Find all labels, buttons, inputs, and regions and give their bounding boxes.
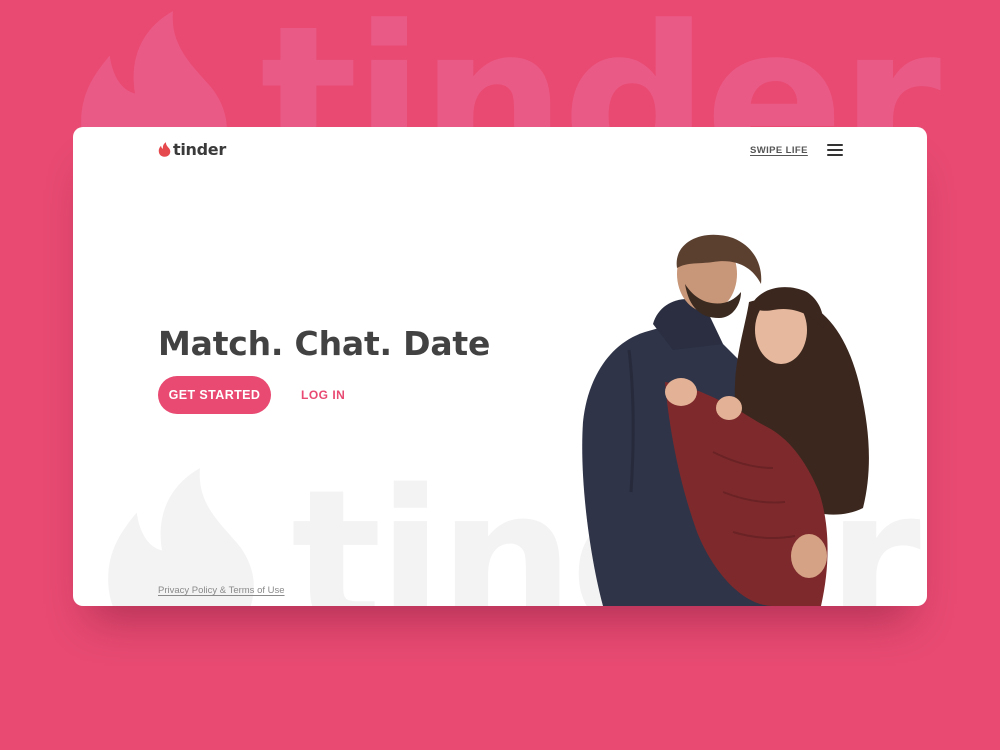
hero-couple-photo: [573, 232, 903, 606]
hamburger-menu-icon[interactable]: [827, 144, 843, 156]
hero-title: Match. Chat. Date: [158, 324, 491, 363]
log-in-button[interactable]: LOG IN: [301, 388, 345, 402]
get-started-button[interactable]: GET STARTED: [158, 376, 271, 414]
logo-wordmark: tinder: [173, 140, 226, 159]
stage: tinder tinder tinder SWIPE LIFE Match. C…: [0, 0, 1000, 750]
privacy-terms-link[interactable]: Privacy Policy & Terms of Use: [158, 585, 285, 596]
swipe-life-link[interactable]: SWIPE LIFE: [750, 145, 808, 156]
landing-card: tinder tinder SWIPE LIFE Match. Chat. Da…: [73, 127, 927, 606]
brand-logo[interactable]: tinder: [158, 140, 226, 159]
flame-icon: [158, 142, 171, 157]
